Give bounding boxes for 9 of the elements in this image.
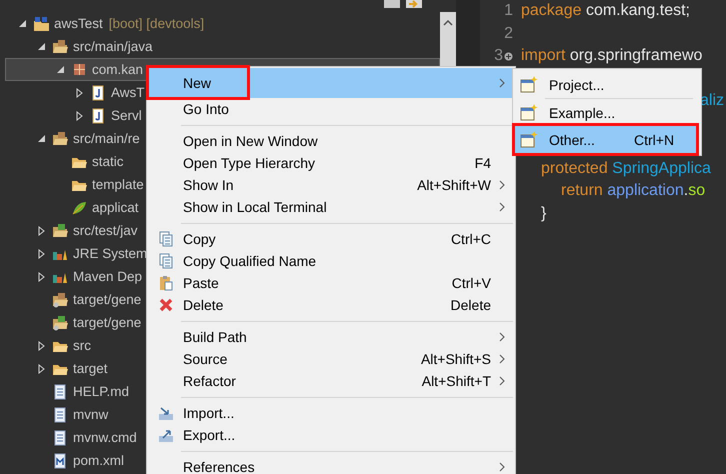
project-decoration: [boot] [devtools] xyxy=(108,16,204,31)
code-line: return application.so xyxy=(560,182,706,200)
code-line: protected SpringApplica xyxy=(540,160,711,178)
code-line: } xyxy=(540,204,546,223)
code-line: package com.kang.test; xyxy=(520,2,690,20)
code-line: import org.springframewo xyxy=(520,47,702,66)
line-number: 2 xyxy=(504,24,513,43)
line-number: 3 xyxy=(494,47,503,66)
line-number: 1 xyxy=(504,2,513,20)
